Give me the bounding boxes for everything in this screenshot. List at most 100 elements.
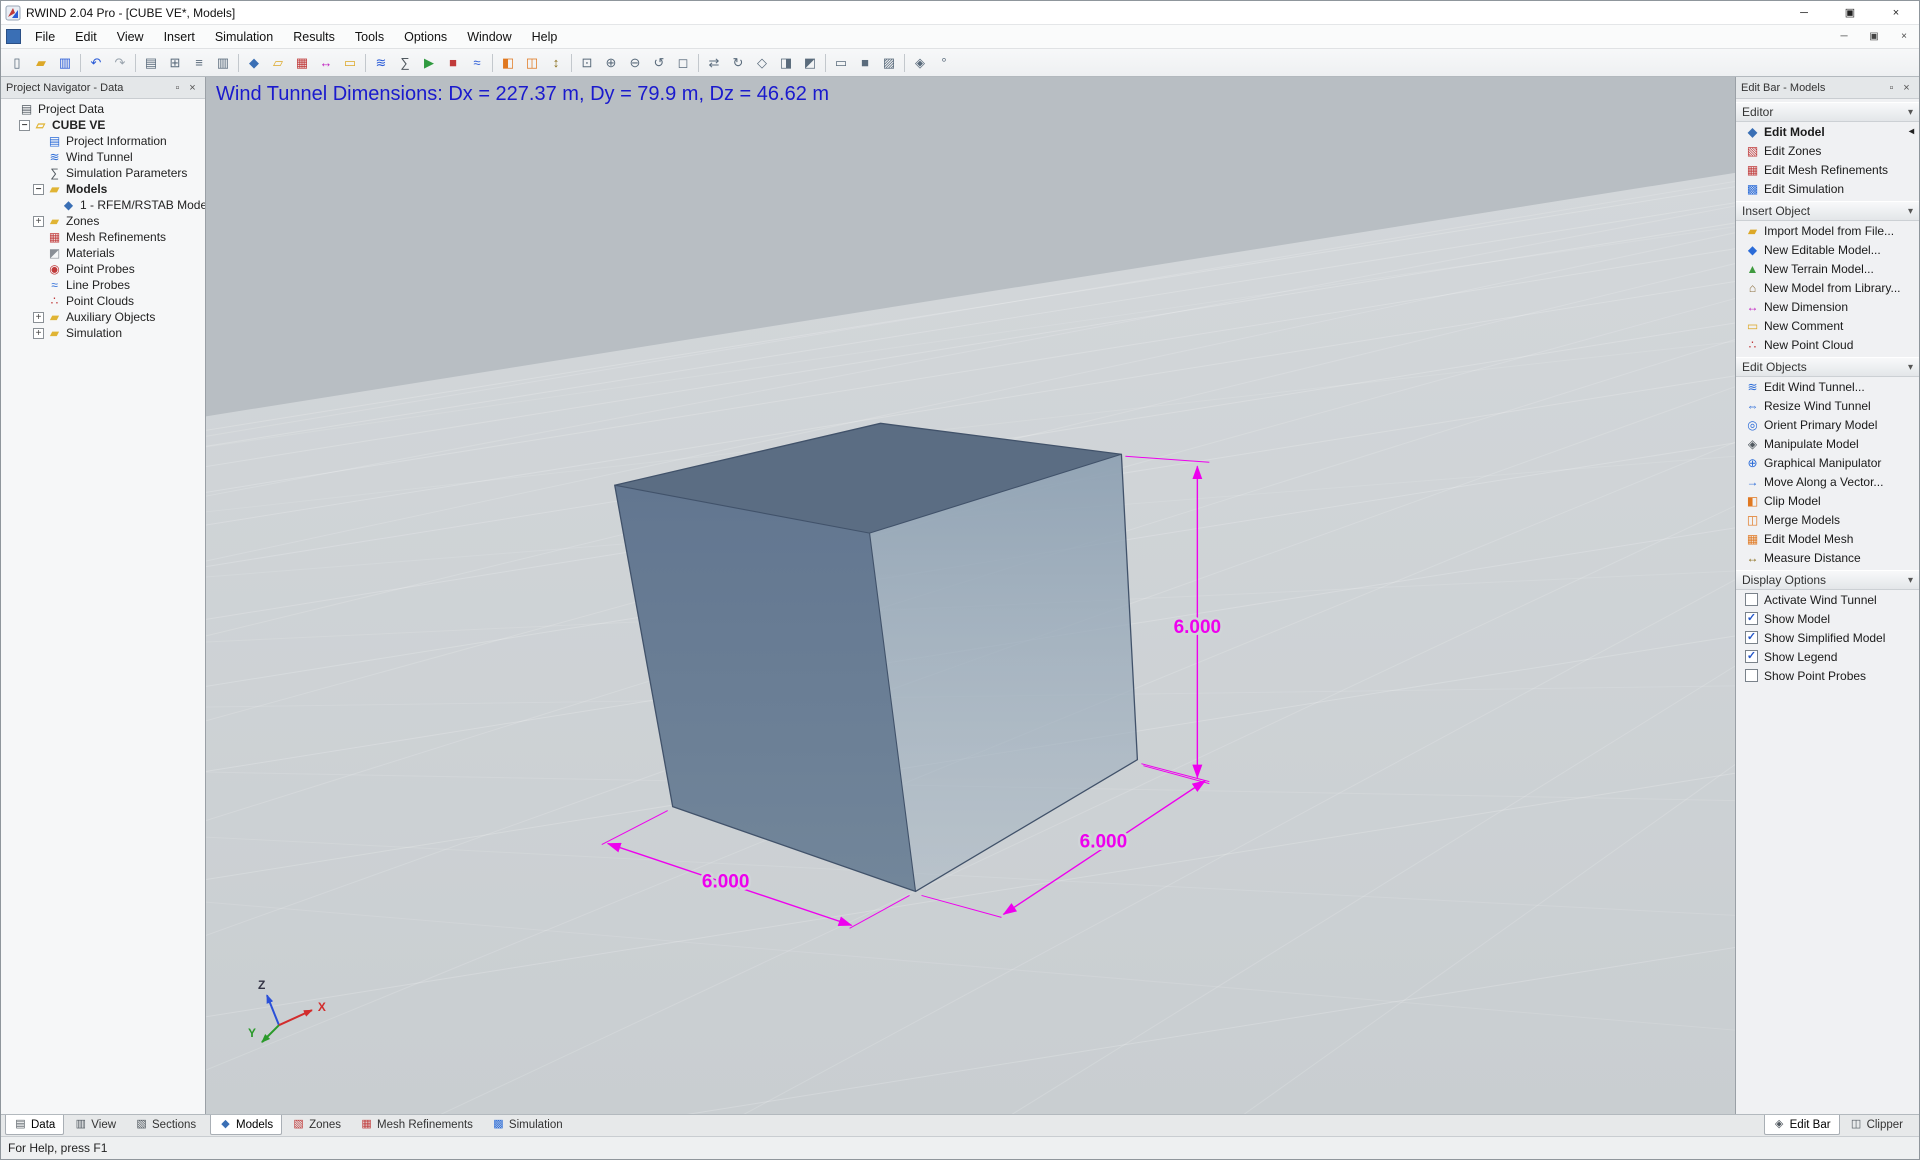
pan-view-button[interactable]: ⇄	[702, 52, 726, 74]
tab-edit-bar[interactable]: ◈ Edit Bar	[1763, 1115, 1840, 1135]
menu-item-results[interactable]: Results	[283, 25, 345, 48]
tree-item-project-information[interactable]: ▤ Project Information	[1, 133, 205, 149]
new-editable-model[interactable]: ◆ New Editable Model...	[1736, 240, 1919, 259]
tab-view[interactable]: ▥ View	[65, 1115, 125, 1135]
merge-models-button[interactable]: ◫	[520, 52, 544, 74]
import-model-from-file[interactable]: ▰ Import Model from File...	[1736, 221, 1919, 240]
tab-models[interactable]: ◆ Models	[210, 1115, 283, 1135]
stop-simulation-button[interactable]: ■	[441, 52, 465, 74]
menu-item-edit[interactable]: Edit	[65, 25, 107, 48]
solid-display-button[interactable]: ■	[853, 52, 877, 74]
menu-item-file[interactable]: File	[25, 25, 65, 48]
new-terrain-model[interactable]: ▲ New Terrain Model...	[1736, 259, 1919, 278]
activate-wind-tunnel-checkbox[interactable]: Activate Wind Tunnel	[1736, 590, 1919, 609]
viewport[interactable]: Wind Tunnel Dimensions: Dx = 227.37 m, D…	[206, 77, 1735, 1114]
tab-simulation[interactable]: ▩ Simulation	[483, 1115, 572, 1135]
edit-mesh-refinements[interactable]: ▦ Edit Mesh Refinements	[1736, 160, 1919, 179]
menu-item-insert[interactable]: Insert	[154, 25, 205, 48]
tree-item-point-probes[interactable]: ◉ Point Probes	[1, 261, 205, 277]
zoom-in-button[interactable]: ⊕	[599, 52, 623, 74]
show-simplified-model-checkbox[interactable]: ✓ Show Simplified Model	[1736, 628, 1919, 647]
mdi-close-button[interactable]: ×	[1889, 25, 1919, 48]
clip-model-button[interactable]: ◧	[496, 52, 520, 74]
new-model-from-library[interactable]: ⌂ New Model from Library...	[1736, 278, 1919, 297]
edit-wind-tunnel-button[interactable]: ≋	[369, 52, 393, 74]
section-header-insert-object[interactable]: Insert Object ▾	[1736, 201, 1919, 221]
expand-icon[interactable]: +	[33, 311, 44, 323]
tree-item-1-rfem-rstab-model[interactable]: ◆ 1 - RFEM/RSTAB Model	[1, 197, 205, 213]
maximize-button[interactable]: ▣	[1827, 1, 1873, 24]
menu-item-tools[interactable]: Tools	[345, 25, 394, 48]
tab-sections[interactable]: ▧ Sections	[126, 1115, 205, 1135]
front-view-button[interactable]: ◨	[774, 52, 798, 74]
edit-model[interactable]: ◆ Edit Model ◂	[1736, 122, 1919, 141]
resize-wind-tunnel[interactable]: ⇔ Resize Wind Tunnel	[1736, 396, 1919, 415]
new-comment[interactable]: ▭ New Comment	[1736, 316, 1919, 335]
expand-icon[interactable]: +	[33, 215, 44, 227]
mdi-child-icon[interactable]	[6, 29, 21, 44]
new-point-cloud[interactable]: ∴ New Point Cloud	[1736, 335, 1919, 354]
orient-primary-model[interactable]: ◎ Orient Primary Model	[1736, 415, 1919, 434]
show-point-probes-checkbox[interactable]: Show Point Probes	[1736, 666, 1919, 685]
zoom-out-button[interactable]: ⊖	[623, 52, 647, 74]
menu-item-window[interactable]: Window	[457, 25, 521, 48]
tab-data[interactable]: ▤ Data	[5, 1115, 65, 1135]
new-project-button[interactable]: ▯	[5, 52, 29, 74]
mdi-restore-button[interactable]: ▣	[1859, 25, 1889, 48]
project-navigator-toggle-button[interactable]: ▤	[139, 52, 163, 74]
tree-item-auxiliary-objects[interactable]: + ▰ Auxiliary Objects	[1, 309, 205, 325]
tree-item-line-probes[interactable]: ≈ Line Probes	[1, 277, 205, 293]
insert-zone-button[interactable]: ▱	[266, 52, 290, 74]
tree-item-project-data[interactable]: ▤ Project Data	[1, 101, 205, 117]
start-simulation-button[interactable]: ▶	[417, 52, 441, 74]
edit-model-mesh[interactable]: ▦ Edit Model Mesh	[1736, 529, 1919, 548]
tree-item-models[interactable]: − ▰ Models	[1, 181, 205, 197]
new-dimension[interactable]: ↔ New Dimension	[1736, 297, 1919, 316]
section-header-display-options[interactable]: Display Options ▾	[1736, 570, 1919, 590]
mdi-minimize-button[interactable]: ─	[1829, 25, 1859, 48]
display-properties-button[interactable]: ◈	[908, 52, 932, 74]
edit-zones[interactable]: ▧ Edit Zones	[1736, 141, 1919, 160]
insert-mesh-refinement-button[interactable]: ▦	[290, 52, 314, 74]
insert-dimension-button[interactable]: ↔	[314, 52, 338, 74]
tree-item-simulation[interactable]: + ▰ Simulation	[1, 325, 205, 341]
full-view-button[interactable]: ◻	[671, 52, 695, 74]
close-button[interactable]: ×	[1873, 1, 1919, 24]
move-along-a-vector[interactable]: → Move Along a Vector...	[1736, 472, 1919, 491]
simulation-parameters-button[interactable]: ∑	[393, 52, 417, 74]
minimize-button[interactable]: ─	[1781, 1, 1827, 24]
edit-wind-tunnel[interactable]: ≋ Edit Wind Tunnel...	[1736, 377, 1919, 396]
tree-item-mesh-refinements[interactable]: ▦ Mesh Refinements	[1, 229, 205, 245]
close-icon[interactable]: ×	[1899, 82, 1914, 94]
tree-item-zones[interactable]: + ▰ Zones	[1, 213, 205, 229]
open-project-button[interactable]: ▰	[29, 52, 53, 74]
previous-view-button[interactable]: ↺	[647, 52, 671, 74]
menu-item-help[interactable]: Help	[522, 25, 568, 48]
insert-model-button[interactable]: ◆	[242, 52, 266, 74]
menu-item-simulation[interactable]: Simulation	[205, 25, 283, 48]
tree-item-wind-tunnel[interactable]: ≋ Wind Tunnel	[1, 149, 205, 165]
tab-mesh-refinements[interactable]: ▦ Mesh Refinements	[351, 1115, 482, 1135]
rotate-view-button[interactable]: ↻	[726, 52, 750, 74]
insert-comment-button[interactable]: ▭	[338, 52, 362, 74]
measure-distance[interactable]: ↔ Measure Distance	[1736, 548, 1919, 567]
tab-zones[interactable]: ▧ Zones	[283, 1115, 350, 1135]
save-project-button[interactable]: ▥	[53, 52, 77, 74]
transparent-display-button[interactable]: ▨	[877, 52, 901, 74]
graphical-manipulator[interactable]: ⊕ Graphical Manipulator	[1736, 453, 1919, 472]
tree-item-point-clouds[interactable]: ∴ Point Clouds	[1, 293, 205, 309]
tree-item-simulation-parameters[interactable]: ∑ Simulation Parameters	[1, 165, 205, 181]
report-printout-button[interactable]: ≡	[187, 52, 211, 74]
pin-icon[interactable]: ▫	[170, 82, 185, 94]
tables-button[interactable]: ⊞	[163, 52, 187, 74]
top-view-button[interactable]: ◩	[798, 52, 822, 74]
wireframe-display-button[interactable]: ▭	[829, 52, 853, 74]
pin-icon[interactable]: ▫	[1884, 82, 1899, 94]
zoom-window-button[interactable]: ⊡	[575, 52, 599, 74]
isometric-view-button[interactable]: ◇	[750, 52, 774, 74]
expand-icon[interactable]: +	[33, 327, 44, 339]
show-model-checkbox[interactable]: ✓ Show Model	[1736, 609, 1919, 628]
section-header-editor[interactable]: Editor ▾	[1736, 102, 1919, 122]
tree-item-cube-ve[interactable]: − ▱ CUBE VE	[1, 117, 205, 133]
merge-models[interactable]: ◫ Merge Models	[1736, 510, 1919, 529]
